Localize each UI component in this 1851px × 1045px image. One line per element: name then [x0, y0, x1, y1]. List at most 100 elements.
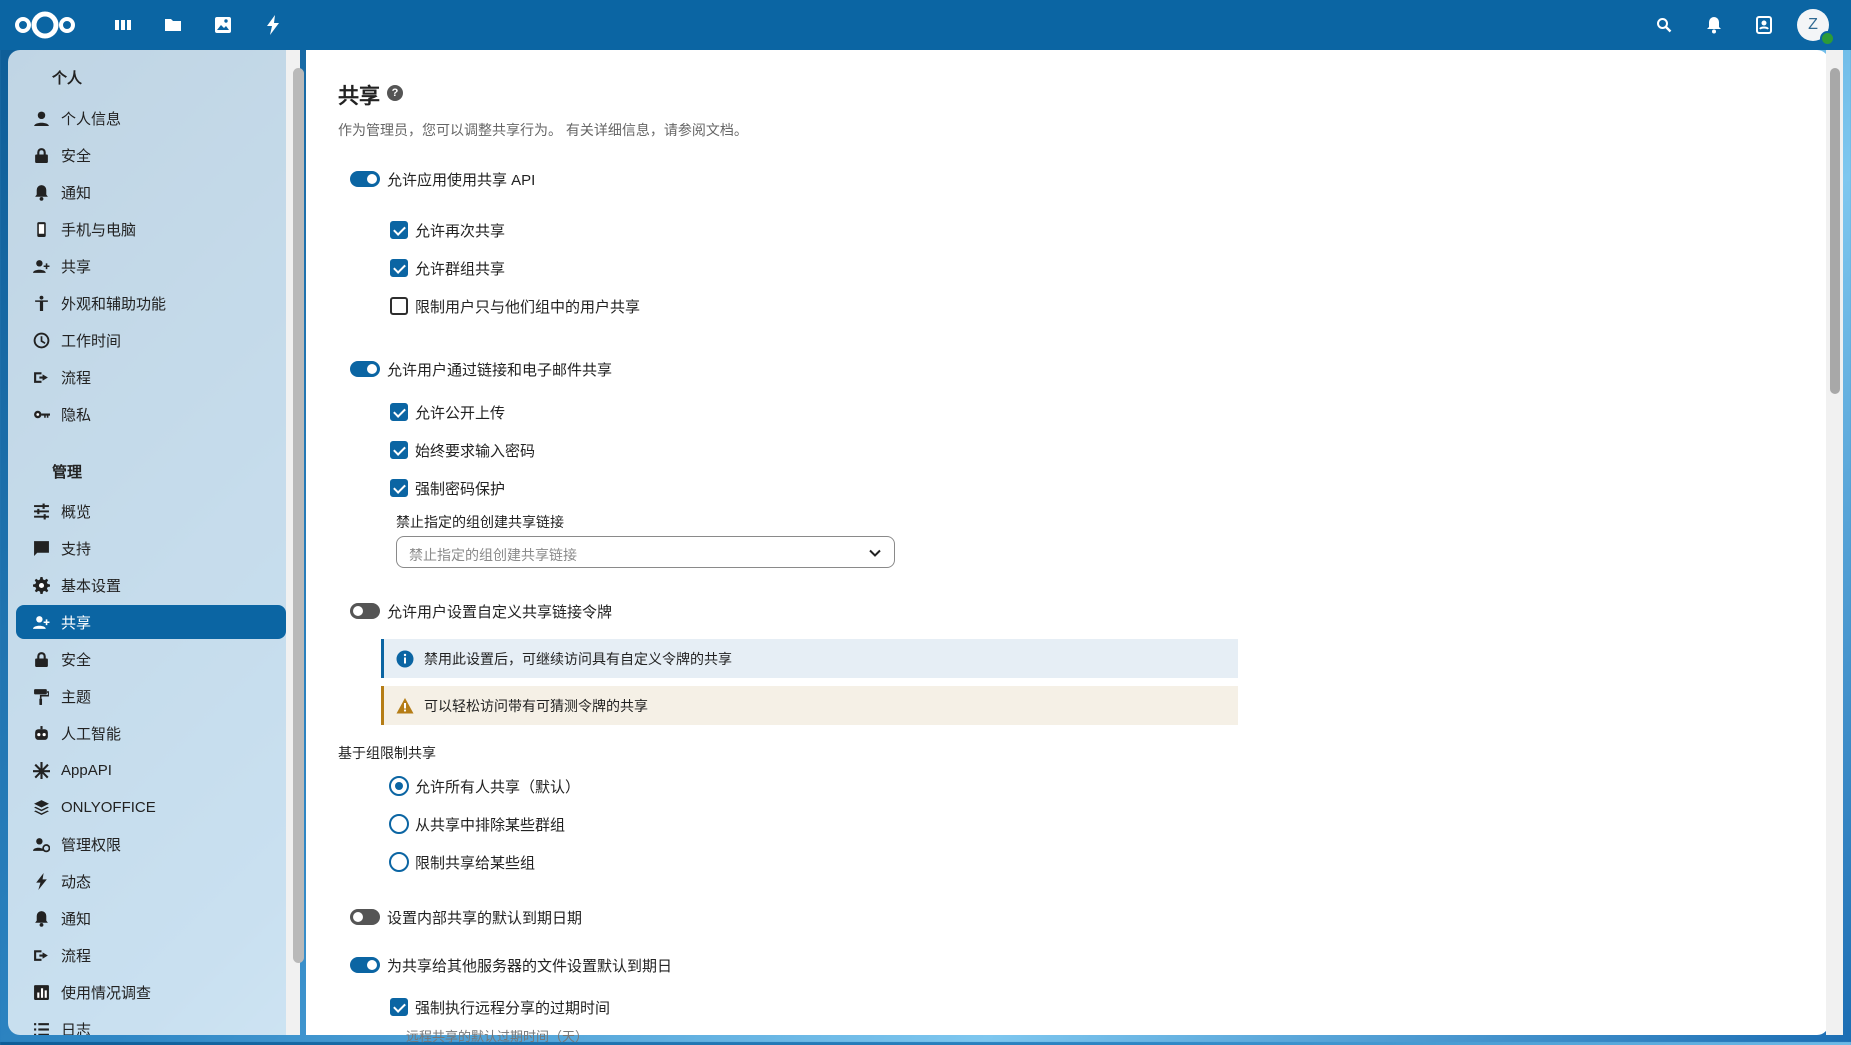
sidebar-item-label: ONLYOFFICE — [61, 798, 156, 816]
sidebar-item-label: 隐私 — [61, 406, 92, 424]
activity-icon[interactable] — [260, 12, 286, 38]
sidebar-item-label: 外观和辅助功能 — [61, 295, 167, 313]
sidebar-item-label: 流程 — [61, 369, 92, 387]
appapi-icon — [32, 761, 50, 779]
contacts-icon[interactable] — [1751, 12, 1777, 38]
sidebar-item-admin-notifications[interactable]: 通知 — [16, 901, 286, 935]
lock-icon — [32, 651, 50, 668]
checkbox-public-upload-label: 允许公开上传 — [415, 405, 506, 422]
sidebar-item-flow[interactable]: 流程 — [16, 360, 286, 394]
toggle-link-sharing[interactable] — [350, 361, 380, 377]
toggle-custom-token-label: 允许用户设置自定义共享链接令牌 — [387, 604, 613, 621]
toggle-link-sharing-label: 允许用户通过链接和电子邮件共享 — [387, 362, 613, 379]
sidebar-item-label: AppAPI — [61, 761, 112, 779]
accessibility-icon — [32, 295, 50, 312]
sidebar-item-label: 主题 — [61, 688, 92, 706]
sidebar-item-label: 支持 — [61, 540, 92, 558]
content-scrollbar-thumb[interactable] — [1830, 68, 1840, 394]
admin-section-title: 管理 — [52, 464, 83, 481]
bell-icon — [32, 184, 50, 201]
sidebar-item-basic-settings[interactable]: 基本设置 — [16, 568, 286, 602]
photos-icon[interactable] — [210, 12, 236, 38]
paint-icon — [32, 688, 50, 705]
top-bar: Z — [0, 0, 1851, 50]
radio-limit-groups-label: 限制共享给某些组 — [415, 855, 536, 872]
sidebar-item-label: 日志 — [61, 1021, 92, 1036]
bell-icon — [32, 910, 50, 927]
radio-allow-everyone[interactable] — [389, 776, 409, 796]
chat-icon — [32, 540, 50, 557]
sidebar-item-accessibility[interactable]: 外观和辅助功能 — [16, 286, 286, 320]
warning-note-text: 可以轻松访问带有可猜测令牌的共享 — [424, 697, 648, 714]
search-icon[interactable] — [1651, 12, 1677, 38]
sidebar-item-logging[interactable]: 日志 — [16, 1012, 286, 1035]
sidebar-item-notifications[interactable]: 通知 — [16, 175, 286, 209]
sidebar-item-label: 通知 — [61, 184, 92, 202]
dashboard-icon[interactable] — [110, 12, 136, 38]
sidebar-item-admin-sharing[interactable]: 共享 — [16, 605, 286, 639]
bell-icon[interactable] — [1701, 12, 1727, 38]
checkbox-public-upload[interactable] — [390, 403, 408, 421]
sidebar-item-label: 共享 — [61, 614, 92, 632]
share-icon — [32, 614, 50, 631]
sidebar-item-ai[interactable]: 人工智能 — [16, 716, 286, 750]
sidebar-item-label: 个人信息 — [61, 110, 122, 128]
sidebar-item-usage-survey[interactable]: 使用情况调查 — [16, 975, 286, 1009]
sidebar-item-label: 安全 — [61, 147, 92, 165]
nextcloud-logo-icon[interactable] — [14, 10, 76, 40]
files-icon[interactable] — [160, 12, 186, 38]
radio-exclude-groups-label: 从共享中排除某些群组 — [415, 817, 566, 834]
toggle-remote-expiry-label: 为共享给其他服务器的文件设置默认到期日 — [387, 958, 673, 975]
sidebar-item-label: 使用情况调查 — [61, 984, 152, 1002]
checkbox-allow-reshare[interactable] — [390, 221, 408, 239]
sidebar-item-overview[interactable]: 概览 — [16, 494, 286, 528]
person-icon — [32, 110, 50, 127]
sidebar-item-support[interactable]: 支持 — [16, 531, 286, 565]
sidebar-item-sharing[interactable]: 共享 — [16, 249, 286, 283]
sidebar-scrollbar-thumb[interactable] — [293, 68, 304, 963]
checkbox-enforce-password[interactable] — [390, 479, 408, 497]
exclude-groups-select[interactable]: 禁止指定的组创建共享链接 — [396, 536, 895, 568]
sidebar-item-label: 概览 — [61, 503, 92, 521]
sidebar-item-label: 通知 — [61, 910, 92, 928]
sidebar-item-activity[interactable]: 动态 — [16, 864, 286, 898]
toggle-internal-expiry[interactable] — [350, 909, 380, 925]
info-note-text: 禁用此设置后，可继续访问具有自定义令牌的共享 — [424, 650, 732, 667]
sidebar-item-personal-info[interactable]: 个人信息 — [16, 101, 286, 135]
help-icon[interactable]: ? — [387, 85, 403, 101]
admin-icon — [32, 836, 50, 853]
sidebar-item-label: 动态 — [61, 873, 92, 891]
sidebar-item-admin-delegation[interactable]: 管理权限 — [16, 827, 286, 861]
sidebar-item-label: 工作时间 — [61, 332, 122, 350]
sidebar-item-onlyoffice[interactable]: ONLYOFFICE — [16, 790, 286, 824]
sidebar-item-security[interactable]: 安全 — [16, 138, 286, 172]
toggle-sharing-api[interactable] — [350, 171, 380, 187]
radio-exclude-groups[interactable] — [389, 814, 409, 834]
gear-icon — [32, 576, 50, 594]
sidebar-item-label: 人工智能 — [61, 725, 122, 743]
avatar-letter: Z — [1808, 16, 1818, 33]
toggle-custom-token[interactable] — [350, 603, 380, 619]
share-icon — [32, 258, 50, 275]
info-note: 禁用此设置后，可继续访问具有自定义令牌的共享 — [381, 639, 1238, 678]
sidebar-item-appapi[interactable]: AppAPI — [16, 753, 286, 787]
sidebar-item-devices[interactable]: 手机与电脑 — [16, 212, 286, 246]
sidebar-item-admin-security[interactable]: 安全 — [16, 642, 286, 676]
sidebar-item-admin-flow[interactable]: 流程 — [16, 938, 286, 972]
checkbox-restrict-to-groups[interactable] — [390, 297, 408, 315]
sidebar-item-privacy[interactable]: 隐私 — [16, 397, 286, 431]
key-icon — [32, 406, 50, 423]
radio-limit-groups[interactable] — [389, 852, 409, 872]
checkbox-allow-group-share[interactable] — [390, 259, 408, 277]
lock-icon — [32, 147, 50, 164]
checkbox-require-password[interactable] — [390, 441, 408, 459]
chevron-down-icon — [869, 549, 881, 557]
checkbox-enforce-remote-expiry[interactable] — [390, 998, 408, 1016]
flow-icon — [32, 369, 50, 386]
sidebar-item-theming[interactable]: 主题 — [16, 679, 286, 713]
toggle-remote-expiry[interactable] — [350, 957, 380, 973]
clock-icon — [32, 332, 50, 349]
checkbox-restrict-to-groups-label: 限制用户只与他们组中的用户共享 — [415, 299, 641, 316]
sidebar-item-work-hours[interactable]: 工作时间 — [16, 323, 286, 357]
chart-icon — [32, 984, 50, 1001]
